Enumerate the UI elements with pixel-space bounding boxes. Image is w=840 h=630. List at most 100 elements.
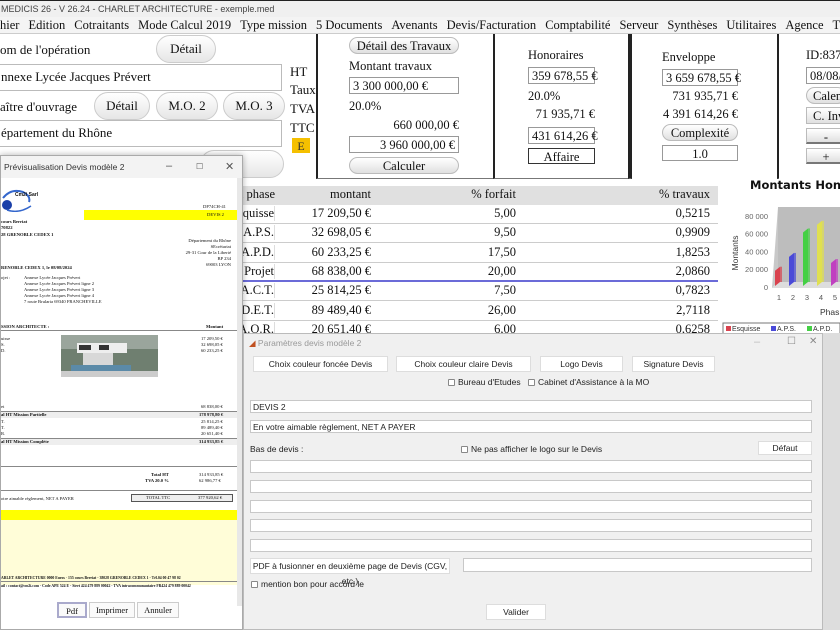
honoraires-ht-field[interactable]: 359 678,55 € <box>528 67 598 84</box>
bureau-checkbox[interactable]: Bureau d'Etudes <box>448 377 521 387</box>
pdf-button[interactable]: Pdf <box>57 602 87 618</box>
affaire-button[interactable]: Affaire <box>528 148 595 164</box>
bar <box>831 259 836 286</box>
x-tick-label: 3 <box>805 293 809 302</box>
app-icon: ◢ <box>249 338 256 348</box>
menu-item[interactable]: Avenants <box>391 17 437 33</box>
payment-text-field[interactable]: En votre aimable règlement, NET A PAYER <box>250 420 812 433</box>
divider <box>1 581 239 582</box>
bas-devis-line-3[interactable] <box>250 500 812 513</box>
close-icon[interactable]: ✕ <box>809 336 817 347</box>
bas-devis-line-2[interactable] <box>250 480 812 493</box>
menu-item[interactable]: Serveur <box>619 17 658 33</box>
signature-button[interactable]: Signature Devis <box>632 356 715 372</box>
bas-devis-line-1[interactable] <box>250 460 812 473</box>
table-cell: 2,0860 <box>675 263 710 278</box>
tva-value: 62 986,77 € <box>199 478 221 483</box>
menu-item[interactable]: Synthèses <box>667 17 717 33</box>
honoraires-ttc-field[interactable]: 431 614,26 € <box>528 127 598 144</box>
calendar-button[interactable]: Calen <box>806 87 840 104</box>
mo3-button[interactable]: M.O. 3 <box>223 92 285 120</box>
enveloppe-label: Enveloppe <box>662 50 716 64</box>
table-row[interactable]: Esquisse 17 209,50 €5,00 0,5215 <box>230 205 718 224</box>
minimize-icon[interactable]: – <box>166 160 172 172</box>
e-badge[interactable]: E <box>292 138 310 153</box>
minimize-icon[interactable]: – <box>754 336 760 348</box>
app-title-bar: MEDICIS 26 - V 26.24 - CHARLET ARCHITECT… <box>0 0 840 17</box>
menu-item[interactable]: Thème <box>833 17 840 33</box>
detail-travaux-button[interactable]: Détail des Travaux <box>349 37 459 54</box>
close-icon[interactable]: ✕ <box>225 160 234 173</box>
moa-label: aître d'ouvrage <box>0 99 78 114</box>
table-row[interactable]: A.P.S. 32 698,05 €9,50 0,9909 <box>230 224 718 244</box>
montant-travaux-label: Montant travaux <box>349 59 432 73</box>
bas-devis-line-4[interactable] <box>250 519 812 532</box>
menu-item[interactable]: Agence <box>785 17 823 33</box>
complexite-button[interactable]: Complexité <box>662 124 738 141</box>
devis-line-label: D. <box>1 348 6 353</box>
table-cell: 5,00 <box>494 206 516 220</box>
divider <box>1 466 237 467</box>
travaux-ttc-field[interactable]: 3 960 000,00 € <box>349 136 459 153</box>
moa-detail-button[interactable]: Détail <box>94 92 150 120</box>
date-field[interactable]: 08/08/ <box>806 67 840 84</box>
moa-name-field[interactable]: épartement du Rhône <box>0 120 282 147</box>
honoraires-label: Honoraires <box>528 48 584 62</box>
honoraires-tva: 71 935,71 € <box>535 107 595 121</box>
menu-item[interactable]: 5 Documents <box>316 17 382 33</box>
legend-label: A.P.D. <box>813 326 832 333</box>
menu-item[interactable]: Edition <box>28 17 65 33</box>
devis-line-amount: 68 838,00 € <box>201 404 223 409</box>
x-tick-label: 4 <box>819 293 823 302</box>
table-row[interactable]: A.P.D. 60 233,25 €17,50 1,8253 <box>230 244 718 263</box>
cabinet-checkbox[interactable]: Cabinet d'Assistance à la MO <box>528 377 649 387</box>
bar <box>803 228 808 286</box>
operation-detail-button[interactable]: Détail <box>156 35 216 63</box>
table-cell: 0,9909 <box>675 225 710 240</box>
maximize-icon[interactable]: ☐ <box>787 336 796 347</box>
enveloppe-ht-field[interactable]: 3 659 678,55 € <box>662 69 741 86</box>
plus-button[interactable]: + <box>806 148 840 164</box>
default-button[interactable]: Défaut <box>758 441 812 455</box>
calculer-button[interactable]: Calculer <box>349 157 459 174</box>
travaux-ht-field[interactable]: 3 300 000,00 € <box>349 77 459 94</box>
print-button[interactable]: Imprimer <box>89 602 135 618</box>
y-tick-label: 60 000 <box>745 230 768 239</box>
c-inv-button[interactable]: C. Inv <box>806 107 840 124</box>
complexite-value[interactable]: 1.0 <box>662 145 738 161</box>
logo-button[interactable]: Logo Devis <box>540 356 623 372</box>
table-row[interactable]: A.C.T. 25 814,25 €7,50 0,7823 <box>230 282 718 302</box>
checkbox-label: mention bon pour accord le <box>261 579 365 589</box>
mo2-button[interactable]: M.O. 2 <box>156 92 218 120</box>
menu-item[interactable]: Mode Calcul 2019 <box>138 17 231 33</box>
minus-button[interactable]: - <box>806 128 840 144</box>
devis-line-label: R. <box>1 431 6 436</box>
light-color-button[interactable]: Choix couleur claire Devis <box>396 356 531 372</box>
table-row[interactable]: D.E.T. 89 489,40 €26,00 2,7118 <box>230 302 718 321</box>
pdf-merge-button[interactable]: PDF à fusionner en deuxième page de Devi… <box>250 558 450 586</box>
params-window: ◢ Paramètres devis modèle 2 – ☐ ✕ Choix … <box>243 333 823 630</box>
menu-item[interactable]: Type mission <box>240 17 307 33</box>
menu-item[interactable]: Devis/Facturation <box>447 17 537 33</box>
recipient-line: 69003 LYON <box>206 262 231 267</box>
preview-scrollbar[interactable] <box>237 178 242 606</box>
bar-side <box>780 266 782 282</box>
table-cell: 32 698,05 € <box>311 225 371 240</box>
legend-label: A.P.S. <box>777 326 796 333</box>
menu-item[interactable]: hier <box>0 17 19 33</box>
operation-name-field[interactable]: nnexe Lycée Jacques Prévert <box>0 64 282 91</box>
bas-devis-line-5[interactable] <box>250 539 812 552</box>
bar <box>789 252 794 286</box>
cancel-button[interactable]: Annuler <box>137 602 179 618</box>
table-row[interactable]: Projet 68 838,00 €20,00 2,0860 <box>230 263 718 282</box>
validate-button[interactable]: Valider <box>486 604 546 620</box>
menu-item[interactable]: Comptabilité <box>545 17 610 33</box>
menu-item[interactable]: Utilitaires <box>726 17 776 33</box>
maximize-icon[interactable]: ☐ <box>196 162 203 171</box>
menu-item[interactable]: Cotraitants <box>74 17 129 33</box>
dark-color-button[interactable]: Choix couleur foncée Devis <box>253 356 388 372</box>
devis-title-field[interactable]: DEVIS 2 <box>250 400 812 413</box>
mention-checkbox[interactable]: mention bon pour accord le <box>251 579 364 589</box>
no-logo-checkbox[interactable]: Ne pas afficher le logo sur le Devis <box>461 444 602 454</box>
pdf-merge-path-field[interactable] <box>463 558 812 572</box>
